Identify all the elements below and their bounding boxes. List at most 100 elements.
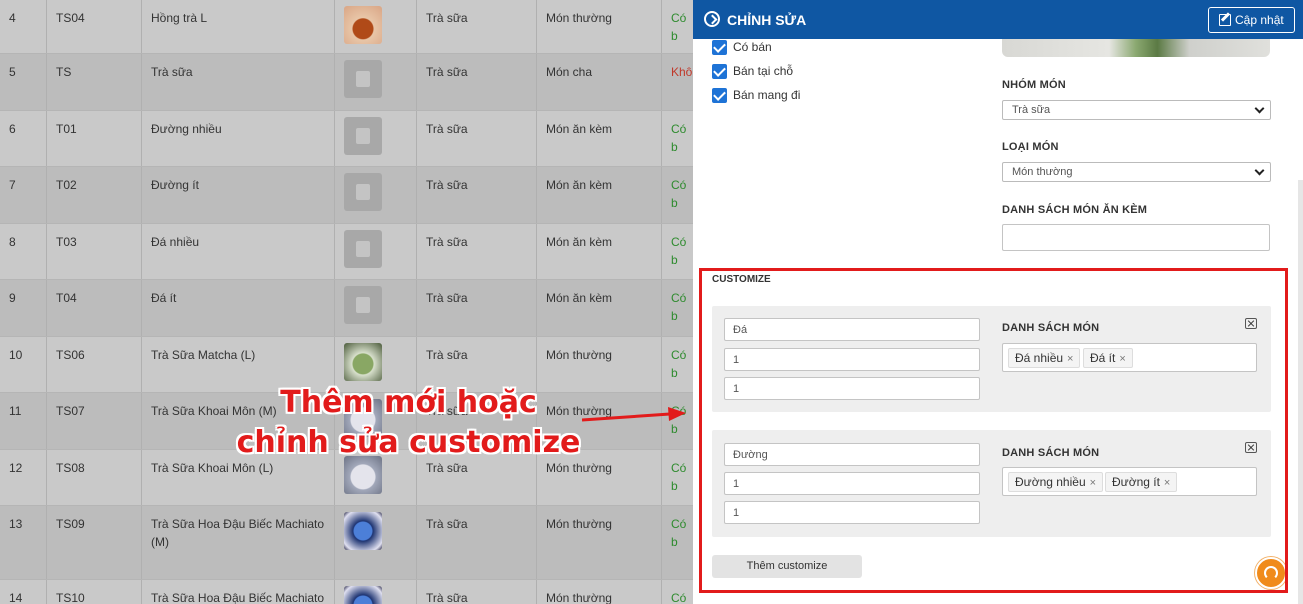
image-placeholder-icon <box>344 60 382 98</box>
customize-name-input[interactable]: Đá <box>724 318 980 341</box>
cell-group: Trà sữa <box>416 54 536 110</box>
table-row[interactable]: 14 TS10 Trà Sữa Hoa Đậu Biếc Machiato Trà s… <box>0 580 693 604</box>
type-select[interactable]: Món thường <box>1002 162 1271 182</box>
chevron-right-circle-icon[interactable] <box>704 11 720 27</box>
cell-id: 5 <box>9 65 16 79</box>
image-placeholder-icon <box>344 286 382 324</box>
panel-header: CHỈNH SỬA Cập nhật <box>693 0 1303 39</box>
cell-name: Đá nhiều <box>141 224 334 279</box>
checkbox-checked-icon[interactable] <box>712 64 727 79</box>
close-icon[interactable]: × <box>1090 477 1096 489</box>
cell-code: T01 <box>46 111 141 166</box>
checkbox-label: Có bán <box>733 40 772 54</box>
product-thumbnail-cell <box>334 580 416 604</box>
edit-panel: CHỈNH SỬA Cập nhật Có bán Bán tại chỗ Bá… <box>693 0 1303 604</box>
product-thumbnail-cell <box>334 506 416 579</box>
cell-group: Trà sữa <box>416 167 536 223</box>
customize-min-input[interactable]: 1 <box>724 472 980 495</box>
close-icon[interactable]: × <box>1119 353 1125 365</box>
customize-group: Đá 1 1 DANH SÁCH MÓN Đá nhiều × Đá ít × <box>712 306 1271 412</box>
cell-group: Trà sữa <box>416 580 536 604</box>
cell-status: Có b <box>661 506 693 579</box>
remove-group-icon[interactable] <box>1245 318 1257 329</box>
cell-type: Món thường <box>536 580 661 604</box>
group-label: NHÓM MÓN <box>1002 79 1066 91</box>
table-row[interactable]: 7 T02 Đường ít Trà sữa Món ăn kèm Có b <box>0 167 693 224</box>
customize-max-input[interactable]: 1 <box>724 377 980 400</box>
side-dishes-input[interactable] <box>1002 224 1270 251</box>
close-icon[interactable]: × <box>1164 477 1170 489</box>
product-thumbnail <box>344 586 382 604</box>
annotation-line-2: chỉnh sửa customize <box>236 425 581 460</box>
checkbox-checked-icon[interactable] <box>712 88 727 103</box>
product-thumbnail <box>344 343 382 381</box>
annotation-arrow <box>582 407 686 422</box>
product-thumbnail <box>344 6 382 44</box>
product-thumbnail-cell <box>334 0 416 53</box>
cell-code: TS08 <box>46 450 141 505</box>
panel-scrollbar[interactable] <box>1298 180 1303 604</box>
table-row[interactable]: 8 T03 Đá nhiều Trà sữa Món ăn kèm Có b <box>0 224 693 280</box>
cell-id: 10 <box>9 348 23 362</box>
tag-label: Đường ít <box>1112 475 1160 489</box>
item-list-select[interactable]: Đá nhiều × Đá ít × <box>1002 343 1257 372</box>
table-row[interactable]: 4 TS04 Hồng trà L Trà sữa Món thường Có b <box>0 0 693 54</box>
cell-status: Có b <box>661 167 693 223</box>
cell-id: 8 <box>9 235 16 249</box>
item-tag: Đường ít × <box>1105 472 1178 492</box>
update-button[interactable]: Cập nhật <box>1208 7 1295 33</box>
cell-id: 6 <box>9 122 16 136</box>
cell-status: Có b <box>661 450 693 505</box>
customize-name-input[interactable]: Đường <box>724 443 980 466</box>
customize-min-input[interactable]: 1 <box>724 348 980 371</box>
cell-group: Trà sữa <box>416 506 536 579</box>
panel-title: CHỈNH SỬA <box>727 12 807 28</box>
product-thumbnail-cell <box>334 280 416 336</box>
table-row[interactable]: 6 T01 Đường nhiều Trà sữa Món ăn kèm Có b <box>0 111 693 167</box>
cell-code: TS09 <box>46 506 141 579</box>
tag-label: Đường nhiều <box>1015 475 1086 489</box>
cell-status: Có b <box>661 337 693 392</box>
annotation-callout: Thêm mới hoặc chỉnh sửa customize <box>226 383 591 463</box>
cell-name: Đường ít <box>141 167 334 223</box>
cell-id: 9 <box>9 291 16 305</box>
item-tag: Đường nhiều × <box>1008 472 1104 492</box>
cell-code: TS07 <box>46 393 141 449</box>
cell-id: 4 <box>9 11 16 25</box>
cell-status: Có b <box>661 111 693 166</box>
support-button[interactable] <box>1255 557 1287 589</box>
cell-type: Món thường <box>536 0 661 53</box>
item-list-select[interactable]: Đường nhiều × Đường ít × <box>1002 467 1257 496</box>
table-row[interactable]: 5 TS Trà sữa Trà sữa Món cha Khô <box>0 54 693 111</box>
product-photo <box>1002 39 1270 57</box>
table-row[interactable]: 13 TS09 Trà Sữa Hoa Đậu Biếc Machiato (M) T… <box>0 506 693 580</box>
item-tag: Đá ít × <box>1083 348 1133 368</box>
cell-code: T02 <box>46 167 141 223</box>
type-label: LOẠI MÓN <box>1002 141 1059 153</box>
tag-label: Đá nhiều <box>1015 351 1064 365</box>
cell-status: Có b <box>661 580 693 604</box>
checkbox-checked-icon[interactable] <box>712 40 727 55</box>
close-icon[interactable]: × <box>1067 353 1073 365</box>
add-customize-button[interactable]: Thêm customize <box>712 555 862 578</box>
remove-group-icon[interactable] <box>1245 442 1257 453</box>
cell-group: Trà sữa <box>416 280 536 336</box>
cell-group: Trà sữa <box>416 224 536 279</box>
cell-name: Trà Sữa Hoa Đậu Biếc Machiato (M) <box>141 506 334 579</box>
image-placeholder-icon <box>344 230 382 268</box>
cell-id: 12 <box>9 461 23 475</box>
checkbox-label: Bán mang đi <box>733 88 801 102</box>
cell-group: Trà sữa <box>416 111 536 166</box>
cell-code: TS06 <box>46 337 141 392</box>
chevron-down-icon <box>1254 165 1265 176</box>
cell-type: Món ăn kèm <box>536 224 661 279</box>
customize-section-label: CUSTOMIZE <box>712 274 771 285</box>
cell-code: TS10 <box>46 580 141 604</box>
table-row[interactable]: 9 T04 Đá ít Trà sữa Món ăn kèm Có b <box>0 280 693 337</box>
customize-max-input[interactable]: 1 <box>724 501 980 524</box>
item-list-label: DANH SÁCH MÓN <box>1002 447 1100 459</box>
image-placeholder-icon <box>344 173 382 211</box>
group-select[interactable]: Trà sữa <box>1002 100 1271 120</box>
product-thumbnail-cell <box>334 224 416 279</box>
cell-name: Trà Sữa Hoa Đậu Biếc Machiato <box>141 580 334 604</box>
